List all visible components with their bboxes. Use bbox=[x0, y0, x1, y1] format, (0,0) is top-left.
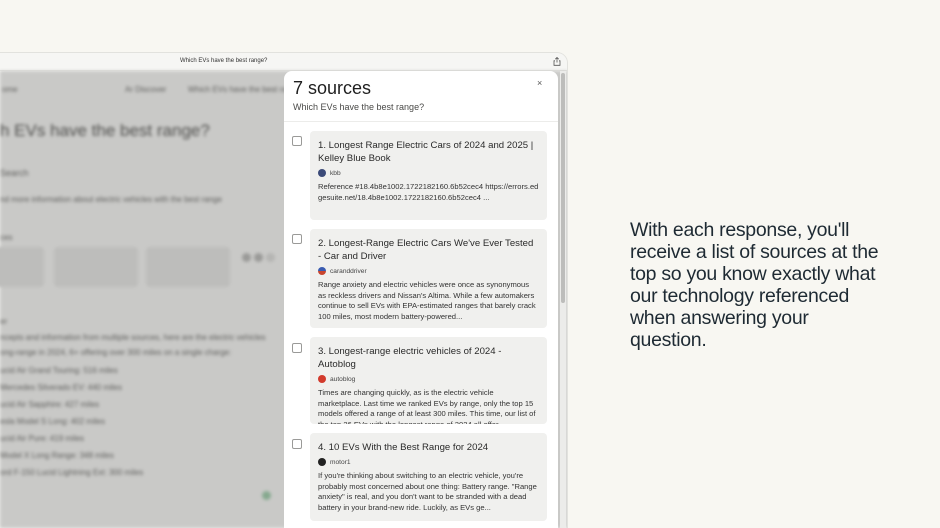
source-site-name: autoblog bbox=[330, 375, 356, 383]
close-button[interactable]: × bbox=[537, 78, 542, 88]
source-site-name: motor1 bbox=[330, 458, 351, 466]
bg-nav-discover: Ar Discover bbox=[125, 85, 167, 94]
bg-status-dot bbox=[262, 491, 271, 500]
bg-source-card bbox=[146, 247, 230, 287]
source-snippet: Range anxiety and electric vehicles were… bbox=[318, 280, 536, 321]
source-site-name: kbb bbox=[330, 169, 341, 177]
title-bar: Which EVs have the best range? bbox=[0, 53, 567, 71]
bg-favicon bbox=[242, 253, 251, 262]
bg-search-label: Search bbox=[0, 168, 29, 178]
bg-source-card bbox=[54, 247, 138, 287]
source-site: motor1 bbox=[318, 457, 539, 467]
bg-sources-label: ces bbox=[0, 233, 13, 242]
source-site: autoblog bbox=[318, 374, 539, 384]
source-card[interactable]: 1. Longest Range Electric Cars of 2024 a… bbox=[310, 131, 547, 220]
sources-panel: 7 sources Which EVs have the best range?… bbox=[284, 71, 558, 528]
bg-favicon bbox=[254, 253, 263, 262]
sources-heading: 7 sources bbox=[293, 78, 372, 98]
feature-caption: With each response, you'll receive a lis… bbox=[630, 219, 879, 351]
source-card[interactable]: 4. 10 EVs With the Best Range for 2024 m… bbox=[310, 433, 547, 521]
scrollbar-thumb[interactable] bbox=[561, 73, 565, 303]
source-snippet: Reference #18.4b8e1002.1722182160.6b52ce… bbox=[318, 182, 539, 202]
source-site: caranddriver bbox=[318, 266, 539, 276]
bg-answer-label: er bbox=[0, 317, 8, 326]
bg-answer-line: ncepts and information from multiple sou… bbox=[0, 333, 266, 342]
bg-search-text: nd more information about electric vehic… bbox=[0, 195, 222, 204]
panel-scrollbar[interactable] bbox=[560, 71, 566, 528]
source-title: 1. Longest Range Electric Cars of 2024 a… bbox=[318, 140, 534, 164]
bg-answer-line: Mercedes Silverado EV: 440 miles bbox=[0, 383, 122, 392]
share-icon[interactable] bbox=[553, 57, 561, 66]
source-card[interactable]: 2. Longest-Range Electric Cars We've Eve… bbox=[310, 229, 547, 328]
bg-answer-line: Model X Long Range: 348 miles bbox=[0, 451, 114, 460]
bg-answer-line: ord F-150 Lucid Lightning Ext: 300 miles bbox=[0, 468, 144, 477]
bg-answer-line: ucid Air Sapphire: 427 miles bbox=[0, 400, 100, 409]
motor1-favicon-icon bbox=[318, 458, 326, 466]
bg-source-card bbox=[0, 247, 44, 287]
window-title: Which EVs have the best range? bbox=[180, 58, 268, 64]
kbb-favicon-icon bbox=[318, 169, 326, 177]
source-site-name: caranddriver bbox=[330, 267, 367, 275]
bg-answer-line: ucid Air Grand Touring: 516 miles bbox=[0, 366, 118, 375]
source-card[interactable]: 3. Longest-range electric vehicles of 20… bbox=[310, 337, 547, 424]
source-title: 4. 10 EVs With the Best Range for 2024 bbox=[318, 442, 489, 453]
source-checkbox[interactable] bbox=[292, 343, 302, 353]
sources-subheading: Which EVs have the best range? bbox=[293, 102, 425, 112]
bg-answer-line: ucid Air Pure: 419 miles bbox=[0, 434, 85, 443]
bg-nav-home: ome bbox=[2, 85, 18, 94]
caranddriver-favicon-icon bbox=[318, 267, 326, 275]
bg-answer-line: esla Model S Long: 402 miles bbox=[0, 417, 105, 426]
bg-favicon bbox=[266, 253, 275, 262]
source-checkbox[interactable] bbox=[292, 136, 302, 146]
source-snippet: If you're thinking about switching to an… bbox=[318, 471, 537, 512]
source-title: 3. Longest-range electric vehicles of 20… bbox=[318, 346, 502, 370]
source-snippet: Times are changing quickly, as is the el… bbox=[318, 388, 536, 424]
source-site: kbb bbox=[318, 168, 539, 178]
bg-answer-line: ong-range in 2024, 6+ offering over 300 … bbox=[0, 348, 232, 357]
source-title: 2. Longest-Range Electric Cars We've Eve… bbox=[318, 238, 534, 262]
bg-heading: h EVs have the best range? bbox=[0, 121, 210, 140]
autoblog-favicon-icon bbox=[318, 375, 326, 383]
divider bbox=[284, 121, 558, 122]
source-checkbox[interactable] bbox=[292, 439, 302, 449]
source-checkbox[interactable] bbox=[292, 234, 302, 244]
